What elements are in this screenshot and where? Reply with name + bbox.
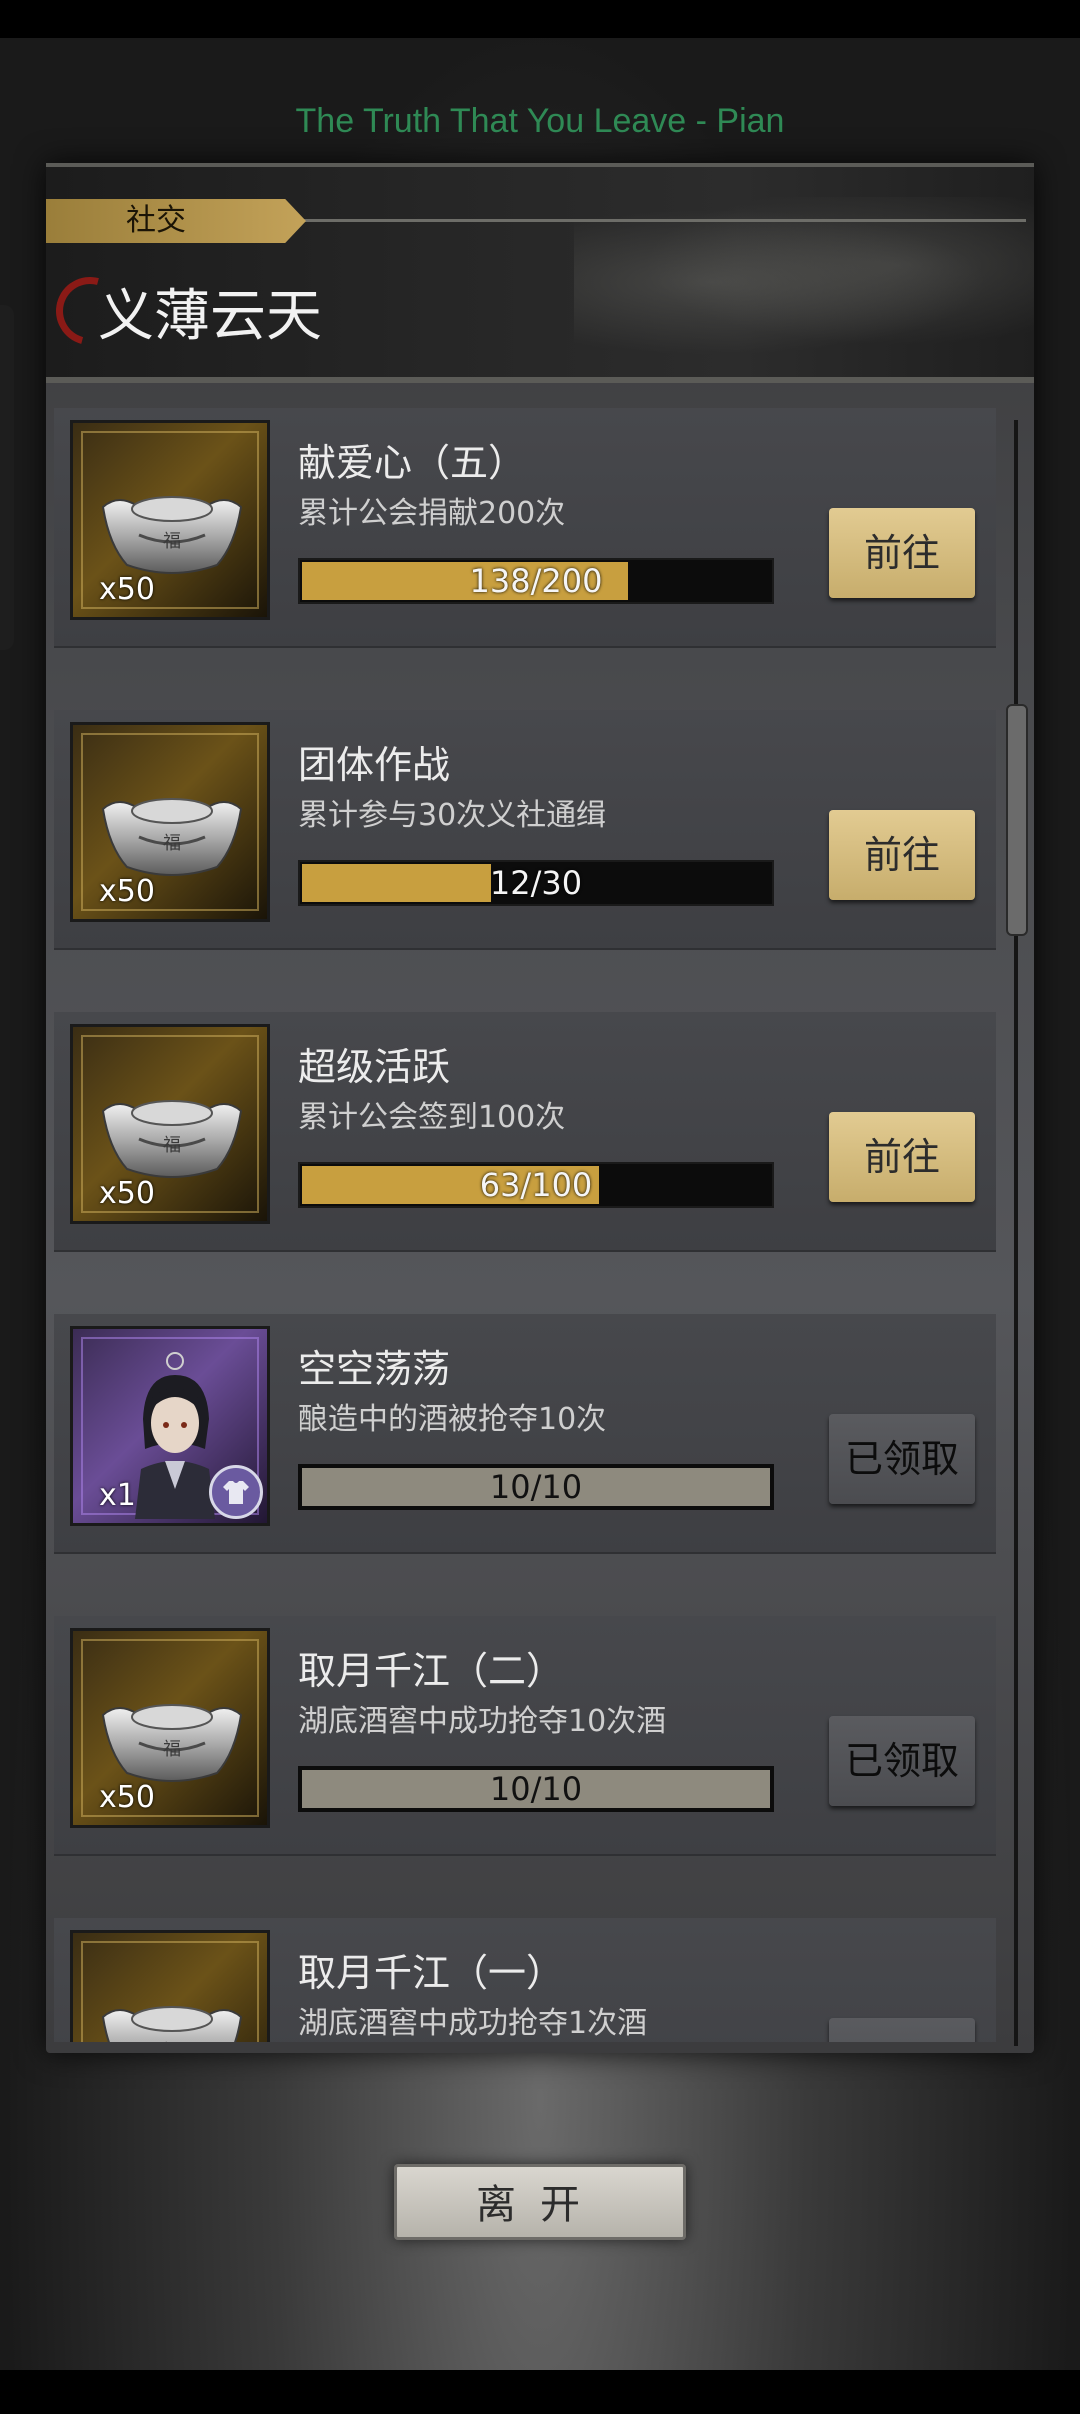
progress-bar: 10/10 bbox=[298, 1766, 774, 1812]
progress-bar: 63/100 bbox=[298, 1162, 774, 1208]
achievement-description: 酿造中的酒被抢夺10次 bbox=[298, 1402, 607, 1437]
achievement-name: 空空荡荡 bbox=[298, 1347, 451, 1391]
achievement-description: 累计公会签到100次 bbox=[298, 1100, 566, 1135]
reward-quantity: x50 bbox=[99, 874, 155, 909]
achievement-description: 累计公会捐献200次 bbox=[298, 496, 566, 531]
claimed-button[interactable] bbox=[829, 2018, 975, 2042]
reward-slot[interactable]: 福 x50 bbox=[70, 1628, 270, 1828]
silver-ingot-icon: 福 bbox=[99, 1995, 245, 2042]
reward-slot[interactable]: x1 bbox=[70, 1326, 270, 1526]
achievement-card: 福 x50 超级活跃累计公会签到100次 63/100 前往 bbox=[54, 1012, 996, 1250]
silver-ingot-icon: 福 bbox=[99, 485, 245, 581]
achievement-card: x1 空空荡荡酿造中的酒被抢夺10次 10/10 已领取 bbox=[54, 1314, 996, 1552]
reward-slot[interactable]: 福 x50 bbox=[70, 722, 270, 922]
scrollbar-track bbox=[1014, 420, 1018, 2046]
reward-slot[interactable]: 福 x50 bbox=[70, 1024, 270, 1224]
achievement-description: 湖底酒窖中成功抢夺10次酒 bbox=[298, 1704, 667, 1739]
svg-text:福: 福 bbox=[163, 2041, 181, 2042]
reward-slot[interactable]: 福 x50 bbox=[70, 420, 270, 620]
go-button[interactable]: 前往 bbox=[829, 1112, 975, 1202]
silver-ingot-icon: 福 bbox=[99, 1089, 245, 1185]
svg-text:福: 福 bbox=[163, 833, 181, 854]
progress-bar: 12/30 bbox=[298, 860, 774, 906]
reward-quantity: x50 bbox=[99, 1176, 155, 1211]
achievement-name: 献爱心（五） bbox=[298, 441, 527, 485]
progress-bar: 10/10 bbox=[298, 1464, 774, 1510]
panel-header: 社交 义薄云天 bbox=[43, 163, 1034, 383]
category-tab: 社交 bbox=[46, 199, 306, 243]
achievement-card: 福 x50 献爱心（五） 累计公会捐献200次 138/200 前往 bbox=[54, 408, 996, 646]
progress-text: 63/100 bbox=[479, 1166, 593, 1204]
progress-text: 12/30 bbox=[489, 864, 583, 902]
progress-text: 138/200 bbox=[469, 562, 603, 600]
scrollbar-thumb[interactable] bbox=[1006, 704, 1028, 936]
side-handle[interactable] bbox=[0, 305, 14, 650]
achievement-card: 福 x50 团体作战累计参与30次义社通缉 12/30 前往 bbox=[54, 710, 996, 948]
silver-ingot-icon: 福 bbox=[99, 787, 245, 883]
svg-text:福: 福 bbox=[163, 1739, 181, 1760]
go-button[interactable]: 前往 bbox=[829, 810, 975, 900]
achievement-name: 取月千江（一） bbox=[298, 1951, 565, 1995]
game-screen: The Truth That You Leave - Pian 社交 义薄云天 … bbox=[0, 0, 1080, 2414]
go-button[interactable]: 前往 bbox=[829, 508, 975, 598]
svg-text:福: 福 bbox=[163, 1135, 181, 1156]
reward-quantity: x50 bbox=[99, 572, 155, 607]
now-playing-text: The Truth That You Leave - Pian bbox=[295, 102, 785, 140]
navigation-bar bbox=[0, 2370, 1080, 2414]
achievement-list[interactable]: 福 x50 献爱心（五） 累计公会捐献200次 138/200 前往 福 x50 团体作战… bbox=[54, 402, 1014, 2042]
claimed-button[interactable]: 已领取 bbox=[829, 1414, 975, 1504]
leave-button[interactable]: 离开 bbox=[394, 2164, 686, 2240]
progress-text: 10/10 bbox=[489, 1770, 583, 1808]
progress-text: 10/10 bbox=[489, 1468, 583, 1506]
header-divider bbox=[296, 219, 1026, 222]
svg-text:福: 福 bbox=[163, 531, 181, 552]
reward-quantity: x50 bbox=[99, 1780, 155, 1815]
progress-bar: 138/200 bbox=[298, 558, 774, 604]
achievement-name: 取月千江（二） bbox=[298, 1649, 565, 1693]
panel-title: 义薄云天 bbox=[98, 284, 322, 349]
silver-ingot-icon: 福 bbox=[99, 1693, 245, 1789]
costume-icon bbox=[209, 1465, 263, 1519]
achievement-description: 累计参与30次义社通缉 bbox=[298, 798, 607, 833]
achievement-name: 超级活跃 bbox=[298, 1045, 451, 1089]
achievement-card: 福 x50 取月千江（一） 湖底酒窖中成功抢夺1次酒 bbox=[54, 1918, 996, 2042]
achievement-card: 福 x50 取月千江（二） 湖底酒窖中成功抢夺10次酒 10/10 已领取 bbox=[54, 1616, 996, 1854]
cloud-ornament-icon bbox=[574, 197, 1034, 367]
reward-slot[interactable]: 福 x50 bbox=[70, 1930, 270, 2042]
reward-quantity: x1 bbox=[99, 1478, 136, 1513]
status-bar bbox=[0, 0, 1080, 38]
achievement-description: 湖底酒窖中成功抢夺1次酒 bbox=[298, 2006, 648, 2041]
claimed-button[interactable]: 已领取 bbox=[829, 1716, 975, 1806]
achievement-name: 团体作战 bbox=[298, 743, 451, 787]
